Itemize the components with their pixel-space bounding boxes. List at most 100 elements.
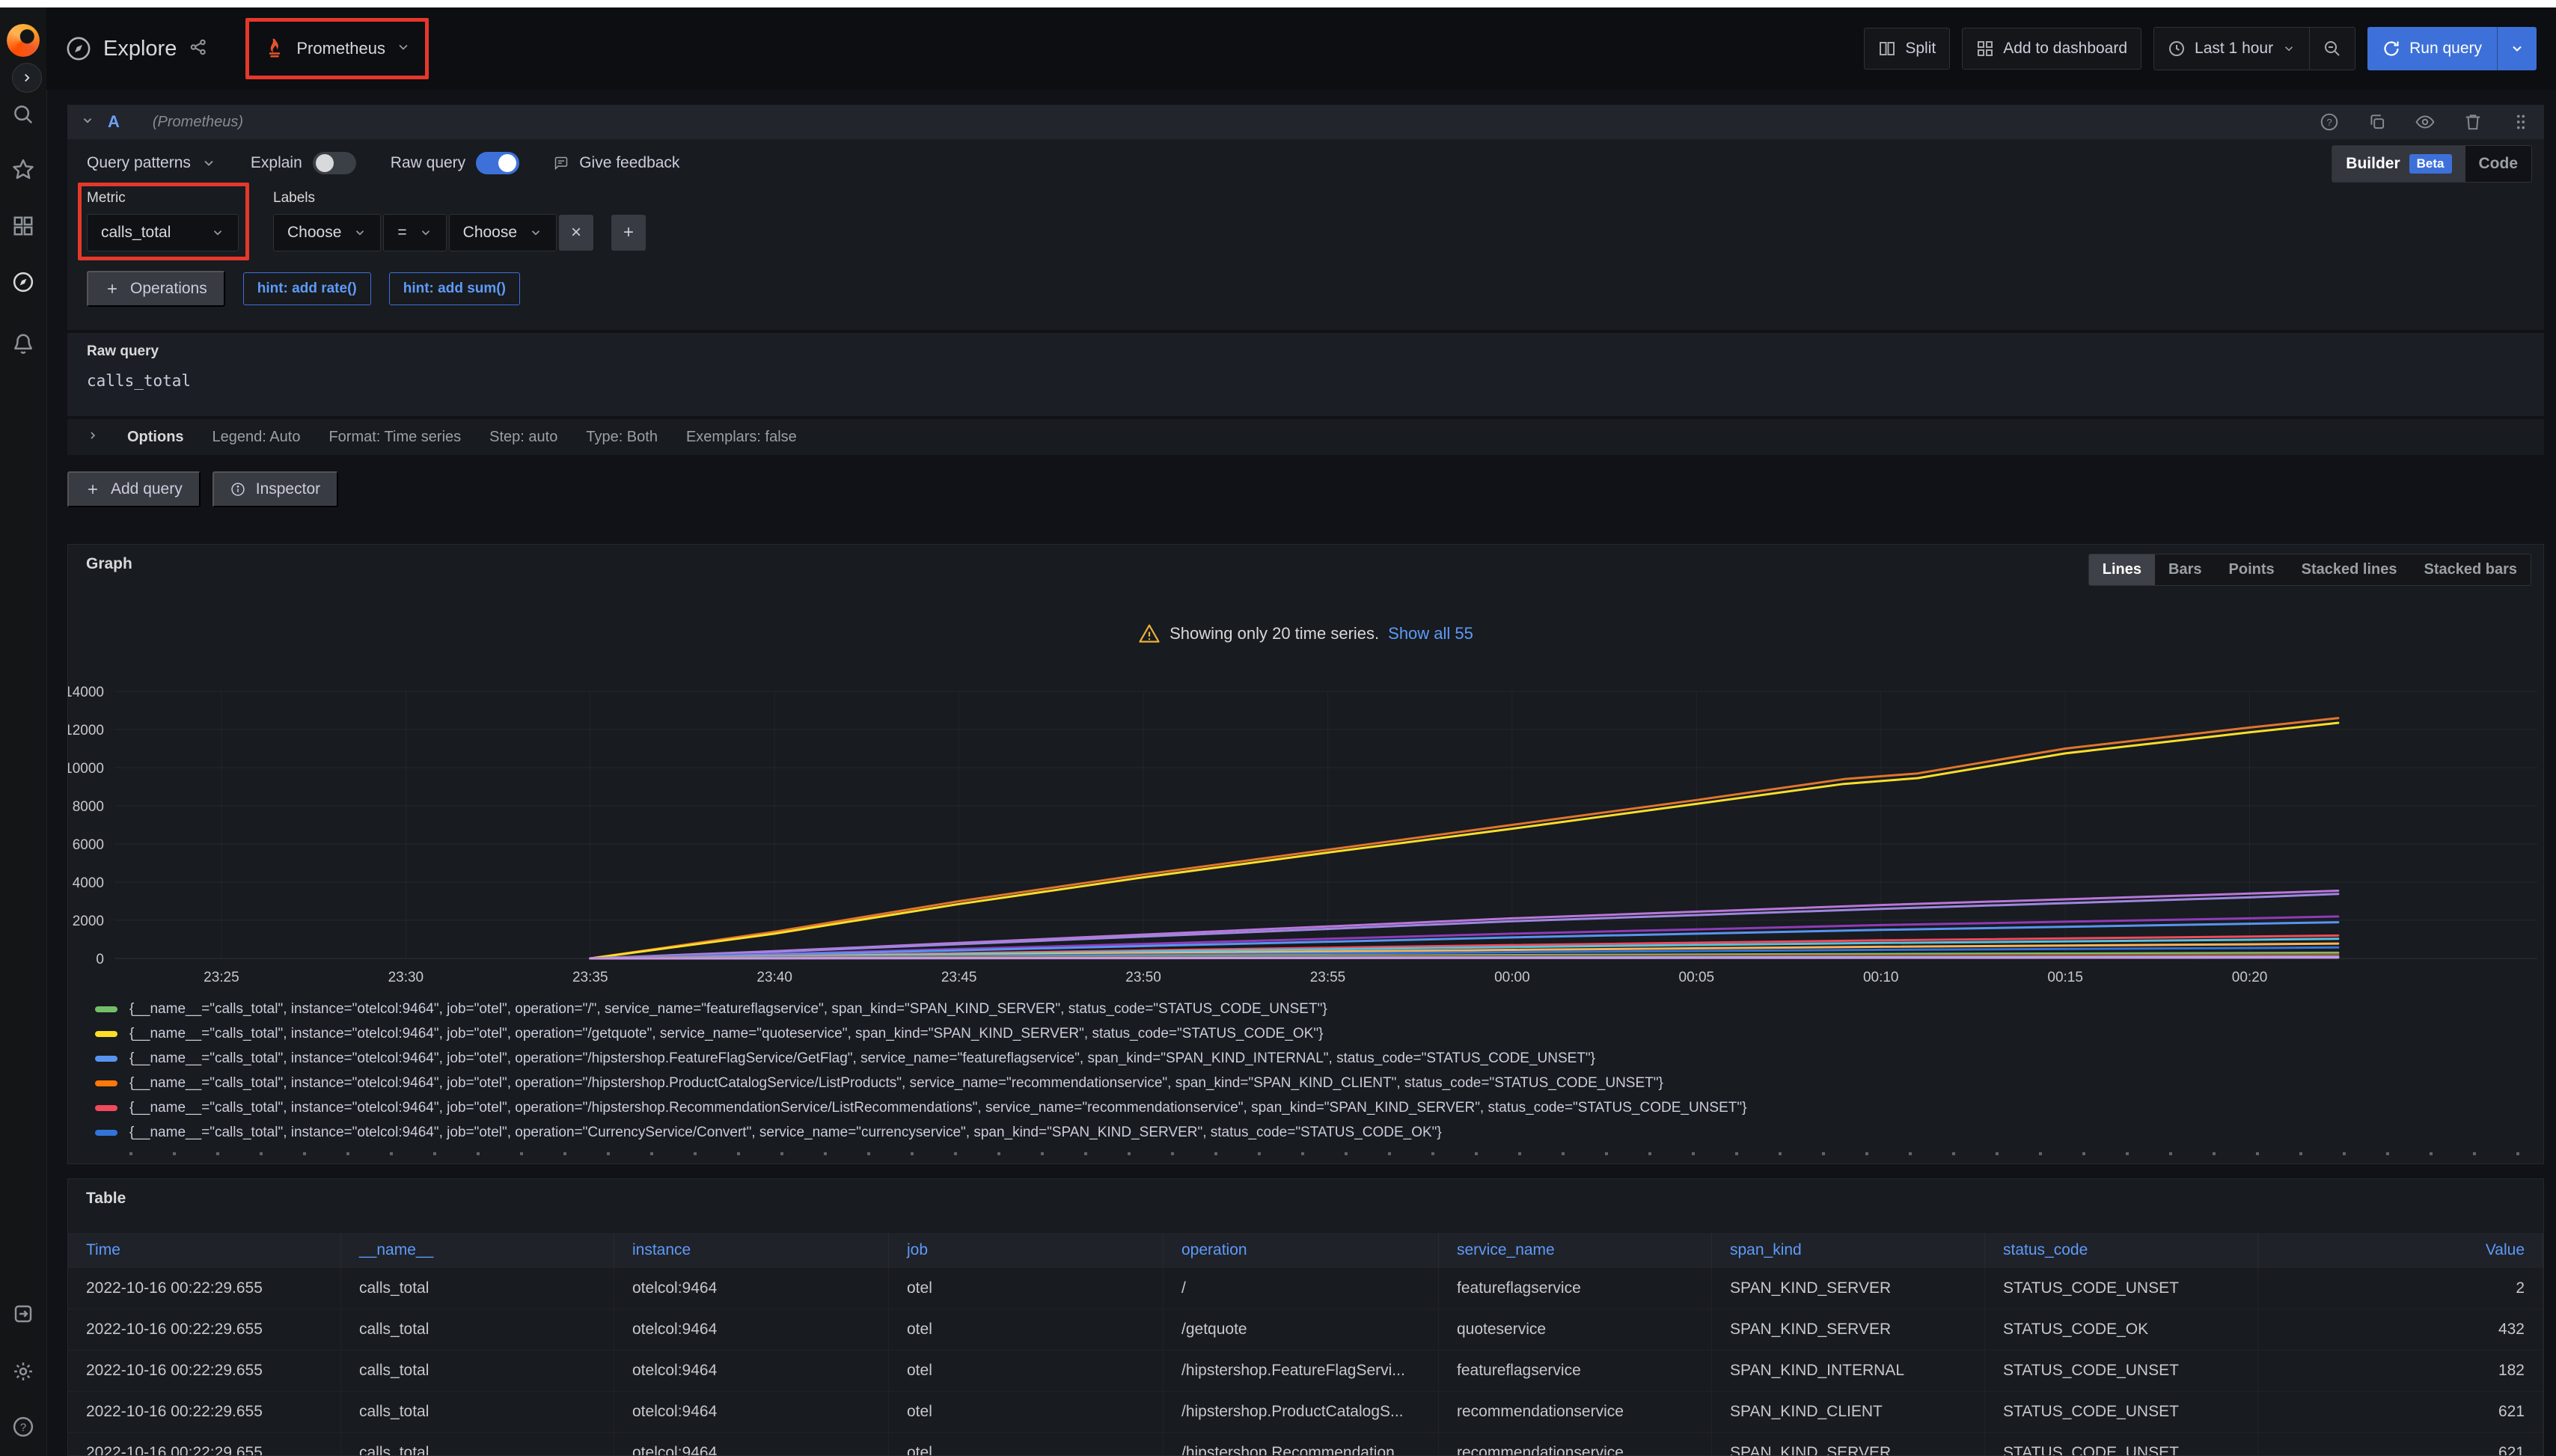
metric-labels-row: Metric calls_total Labels Choose xyxy=(87,190,2525,251)
column-header-operation[interactable]: operation xyxy=(1164,1233,1439,1267)
share-icon[interactable] xyxy=(189,37,208,61)
query-row-header[interactable]: A (Prometheus) ? xyxy=(67,105,2544,139)
duplicate-query-icon[interactable] xyxy=(2367,112,2387,132)
settings-gear-icon[interactable] xyxy=(11,1359,35,1383)
split-button[interactable]: Split xyxy=(1864,28,1950,70)
graph-mode-points[interactable]: Points xyxy=(2216,554,2288,585)
legend-item[interactable]: {__name__="calls_total", instance="otelc… xyxy=(95,1071,2528,1095)
apps-icon xyxy=(1976,40,1994,58)
editor-mode-switch: Builder Beta Code xyxy=(2332,145,2532,183)
tab-code[interactable]: Code xyxy=(2465,146,2532,182)
add-to-dashboard-button[interactable]: Add to dashboard xyxy=(1962,28,2141,70)
grafana-logo[interactable] xyxy=(7,24,40,57)
zoom-out-time-button[interactable] xyxy=(2309,28,2355,70)
clock-icon xyxy=(2168,40,2186,58)
add-label-button[interactable]: + xyxy=(611,215,646,251)
sign-in-icon[interactable] xyxy=(11,1302,35,1326)
legend-item[interactable]: {__name__="calls_total", instance="otelc… xyxy=(95,1021,2528,1046)
metric-select[interactable]: calls_total xyxy=(87,214,239,251)
chevron-down-icon xyxy=(419,226,432,239)
run-query-dropdown[interactable] xyxy=(2497,27,2537,70)
hint-add-sum-button[interactable]: hint: add sum() xyxy=(389,272,520,305)
graph-mode-lines[interactable]: Lines xyxy=(2089,554,2155,585)
query-patterns-label: Query patterns xyxy=(87,154,191,172)
raw-query-toggle[interactable] xyxy=(476,152,519,174)
add-query-button[interactable]: Add query xyxy=(67,471,201,507)
hide-response-eye-icon[interactable] xyxy=(2415,112,2435,132)
query-editor: A (Prometheus) ? Query patterns Explain xyxy=(67,105,2544,455)
column-header-spankind[interactable]: span_kind xyxy=(1712,1233,1985,1267)
options-exemplars: Exemplars: false xyxy=(686,429,797,446)
options-type: Type: Both xyxy=(586,429,658,446)
graph-mode-stacked-bars[interactable]: Stacked bars xyxy=(2410,554,2531,585)
inspector-button[interactable]: Inspector xyxy=(213,471,338,507)
give-feedback-link[interactable]: Give feedback xyxy=(554,154,679,172)
svg-text:12000: 12000 xyxy=(68,723,104,738)
svg-text:00:10: 00:10 xyxy=(1863,970,1899,985)
add-operations-button[interactable]: Operations xyxy=(87,271,225,307)
graph-mode-bars[interactable]: Bars xyxy=(2155,554,2215,585)
sidebar-expand-button[interactable] xyxy=(12,63,42,93)
label-key-select[interactable]: Choose xyxy=(273,214,381,251)
query-ref-id: A xyxy=(108,112,120,132)
legend-item[interactable]: {__name__="calls_total", instance="otelc… xyxy=(95,1046,2528,1071)
time-range-button[interactable]: Last 1 hour xyxy=(2154,28,2309,70)
table-cell: 2022-10-16 00:22:29.655 xyxy=(68,1350,341,1391)
table-cell: SPAN_KIND_SERVER xyxy=(1712,1309,1985,1350)
column-header-time[interactable]: Time xyxy=(68,1233,341,1267)
code-label: Code xyxy=(2479,155,2519,173)
label-operator-value: = xyxy=(397,224,406,242)
legend-label: {__name__="calls_total", instance="otelc… xyxy=(129,1075,1663,1092)
search-icon[interactable] xyxy=(11,103,35,126)
datasource-picker[interactable]: Prometheus xyxy=(251,28,423,69)
query-patterns-dropdown[interactable]: Query patterns xyxy=(87,154,216,172)
hint-add-rate-button[interactable]: hint: add rate() xyxy=(243,272,371,305)
query-options-row[interactable]: Options Legend: Auto Format: Time series… xyxy=(67,419,2544,455)
builder-label: Builder xyxy=(2346,155,2400,173)
starred-icon[interactable] xyxy=(11,157,35,181)
drag-handle-icon[interactable] xyxy=(2511,112,2531,132)
query-help-icon[interactable]: ? xyxy=(2320,112,2339,132)
query-builder-body: Query patterns Explain Raw query Give fe… xyxy=(67,139,2544,330)
run-query-button[interactable]: Run query xyxy=(2367,27,2497,70)
table-cell: 2022-10-16 00:22:29.655 xyxy=(68,1391,341,1432)
chevron-down-icon xyxy=(353,226,367,239)
warning-triangle-icon xyxy=(1138,623,1161,645)
table-cell: /hipstershop.FeatureFlagServi... xyxy=(1164,1350,1439,1391)
magnifier-minus-icon xyxy=(2323,40,2341,58)
tab-builder[interactable]: Builder Beta xyxy=(2332,146,2465,182)
column-header-value[interactable]: Value xyxy=(2258,1233,2543,1267)
column-header-instance[interactable]: instance xyxy=(614,1233,889,1267)
collapse-query-icon[interactable] xyxy=(81,114,94,131)
explore-icon[interactable] xyxy=(11,270,35,294)
remove-label-button[interactable]: × xyxy=(559,215,593,251)
column-header-servicename[interactable]: service_name xyxy=(1439,1233,1712,1267)
label-key-placeholder: Choose xyxy=(287,224,341,242)
remove-query-trash-icon[interactable] xyxy=(2463,112,2483,132)
graph-mode-stacked-lines[interactable]: Stacked lines xyxy=(2288,554,2411,585)
table-cell: otel xyxy=(889,1391,1164,1432)
datasource-name: Prometheus xyxy=(296,39,385,58)
dashboards-icon[interactable] xyxy=(11,214,35,238)
label-value-select[interactable]: Choose xyxy=(449,214,557,251)
help-icon[interactable]: ? xyxy=(11,1415,35,1439)
column-header-statuscode[interactable]: status_code xyxy=(1985,1233,2258,1267)
add-query-label: Add query xyxy=(111,480,183,498)
column-header-name[interactable]: __name__ xyxy=(341,1233,614,1267)
timeseries-chart[interactable]: 23:2523:3023:3523:4023:4523:5023:5500:00… xyxy=(68,684,2545,992)
give-feedback-label: Give feedback xyxy=(579,154,679,172)
chevron-down-icon xyxy=(2282,42,2296,55)
show-all-series-link[interactable]: Show all 55 xyxy=(1388,624,1473,643)
raw-query-toggle-group: Raw query xyxy=(391,152,519,174)
table-cell: STATUS_CODE_UNSET xyxy=(1985,1391,2258,1432)
svg-text:?: ? xyxy=(20,1422,26,1434)
label-operator-select[interactable]: = xyxy=(383,214,446,251)
table-cell: SPAN_KIND_SERVER xyxy=(1712,1267,1985,1309)
legend-item[interactable]: {__name__="calls_total", instance="otelc… xyxy=(95,1095,2528,1120)
alerting-icon[interactable] xyxy=(11,331,35,355)
column-header-job[interactable]: job xyxy=(889,1233,1164,1267)
legend-item[interactable]: {__name__="calls_total", instance="otelc… xyxy=(95,997,2528,1021)
explain-toggle[interactable] xyxy=(313,152,356,174)
options-label: Options xyxy=(127,429,184,446)
legend-item[interactable]: {__name__="calls_total", instance="otelc… xyxy=(95,1120,2528,1145)
